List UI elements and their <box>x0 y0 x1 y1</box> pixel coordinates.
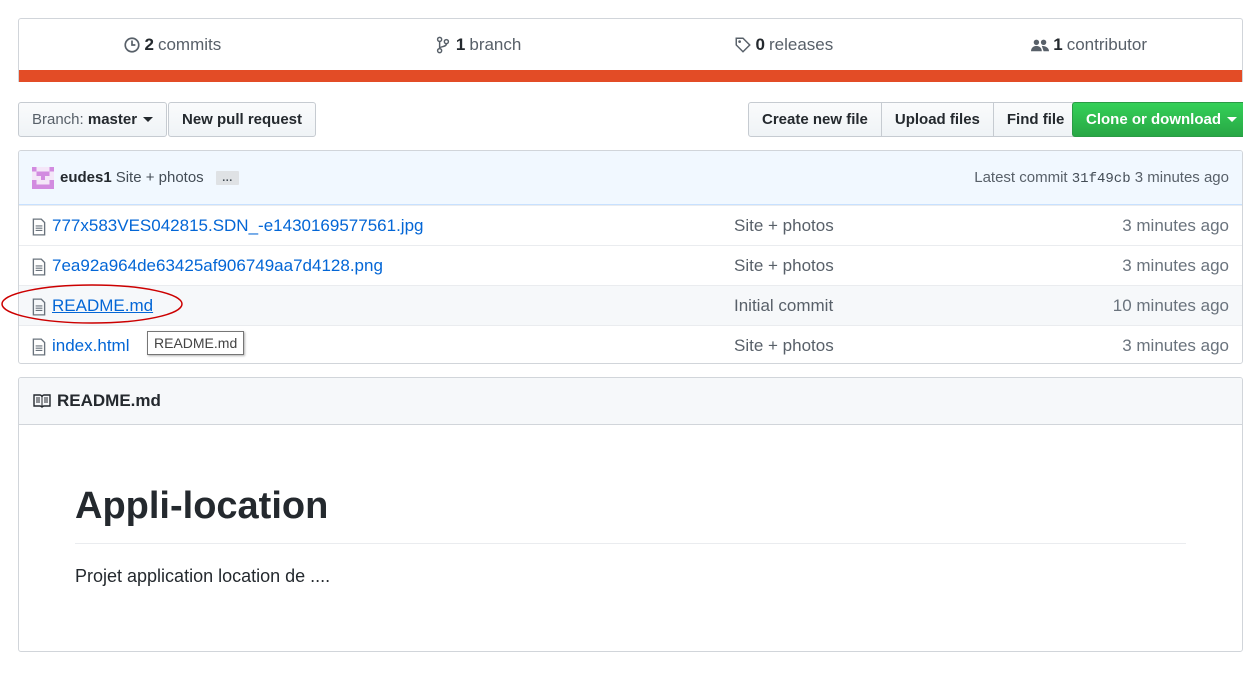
file-age: 3 minutes ago <box>1122 215 1229 235</box>
file-commit-message[interactable]: Site + photos <box>734 336 834 356</box>
file-icon <box>32 298 46 316</box>
repo-stats-bar: 2 commits 1 branch 0 releases 1 contribu… <box>18 18 1243 82</box>
avatar[interactable] <box>32 166 54 189</box>
branch-icon <box>436 36 450 54</box>
latest-commit-bar: eudes1 Site + photos … Latest commit 31f… <box>19 151 1242 205</box>
readme-header-title: README.md <box>57 391 161 410</box>
file-commit-message[interactable]: Site + photos <box>734 256 834 276</box>
latest-commit-info: Latest commit 31f49cb 3 minutes ago <box>974 169 1229 187</box>
readme-title: Appli-location <box>75 483 1186 544</box>
commit-message[interactable]: Site + photos <box>116 169 204 186</box>
find-file-button[interactable]: Find file <box>992 102 1079 137</box>
contributors-label: contributor <box>1066 35 1148 54</box>
file-age: 3 minutes ago <box>1122 335 1229 355</box>
chevron-down-icon <box>1227 117 1237 122</box>
commit-author[interactable]: eudes1 <box>60 169 112 186</box>
branch-name: master <box>87 111 138 128</box>
file-icon <box>32 218 46 236</box>
commit-expand-button[interactable]: … <box>215 170 239 185</box>
create-new-file-button[interactable]: Create new file <box>748 102 882 137</box>
book-icon <box>33 394 51 408</box>
readme-panel: README.md Appli-location Projet applicat… <box>18 377 1243 652</box>
file-icon <box>32 338 46 356</box>
file-name-link[interactable]: 777x583VES042815.SDN_-e1430169577561.jpg <box>52 216 423 236</box>
new-pull-request-button[interactable]: New pull request <box>168 102 317 137</box>
commits-count: 2 <box>144 35 154 54</box>
commits-label: commits <box>157 35 222 54</box>
releases-label: releases <box>768 35 834 54</box>
contributors-stat[interactable]: 1 contributor <box>936 35 1242 55</box>
commits-stat[interactable]: 2 commits <box>19 35 325 55</box>
link-tooltip: README.md <box>147 331 245 355</box>
commit-sha-link[interactable]: 31f49cb <box>1072 171 1131 187</box>
file-icon <box>32 258 46 276</box>
latest-commit-label: Latest commit <box>974 168 1068 186</box>
upload-files-button[interactable]: Upload files <box>880 102 994 137</box>
history-icon <box>123 37 140 53</box>
branches-count: 1 <box>455 35 466 54</box>
file-actions-group: Create new file Upload files Find file <box>748 102 1079 137</box>
table-row: README.md Initial commit 10 minutes ago <box>19 285 1242 325</box>
releases-stat[interactable]: 0 releases <box>631 35 937 55</box>
table-row: 777x583VES042815.SDN_-e1430169577561.jpg… <box>19 205 1242 245</box>
file-commit-message[interactable]: Initial commit <box>734 296 833 316</box>
releases-count: 0 <box>755 35 765 54</box>
branch-select-button[interactable]: Branch: master <box>18 102 168 137</box>
tag-icon <box>735 37 751 53</box>
language-bar[interactable] <box>19 70 1242 82</box>
file-toolbar: Branch: master New pull request Create n… <box>18 102 1243 137</box>
file-name-link[interactable]: 7ea92a964de63425af906749aa7d4128.png <box>52 256 383 276</box>
file-name-link[interactable]: README.md <box>52 296 153 316</box>
file-age: 3 minutes ago <box>1122 255 1229 275</box>
readme-paragraph: Projet application location de .... <box>75 565 331 586</box>
file-name-link[interactable]: index.html <box>52 336 129 356</box>
clone-or-download-label: Clone or download <box>1086 111 1221 128</box>
people-icon <box>1031 39 1050 52</box>
branch-prefix: Branch: <box>32 111 84 128</box>
clone-or-download-button[interactable]: Clone or download <box>1072 102 1243 137</box>
readme-header: README.md <box>19 378 1242 425</box>
commit-age: 3 minutes ago <box>1134 168 1229 186</box>
branches-stat[interactable]: 1 branch <box>325 35 631 55</box>
contributors-count: 1 <box>1053 35 1063 54</box>
file-commit-message[interactable]: Site + photos <box>734 216 834 236</box>
file-age: 10 minutes ago <box>1112 295 1229 315</box>
branches-label: branch <box>469 35 522 54</box>
chevron-down-icon <box>143 117 154 122</box>
table-row: 7ea92a964de63425af906749aa7d4128.png Sit… <box>19 245 1242 285</box>
readme-body: Appli-location Projet application locati… <box>19 483 1242 587</box>
